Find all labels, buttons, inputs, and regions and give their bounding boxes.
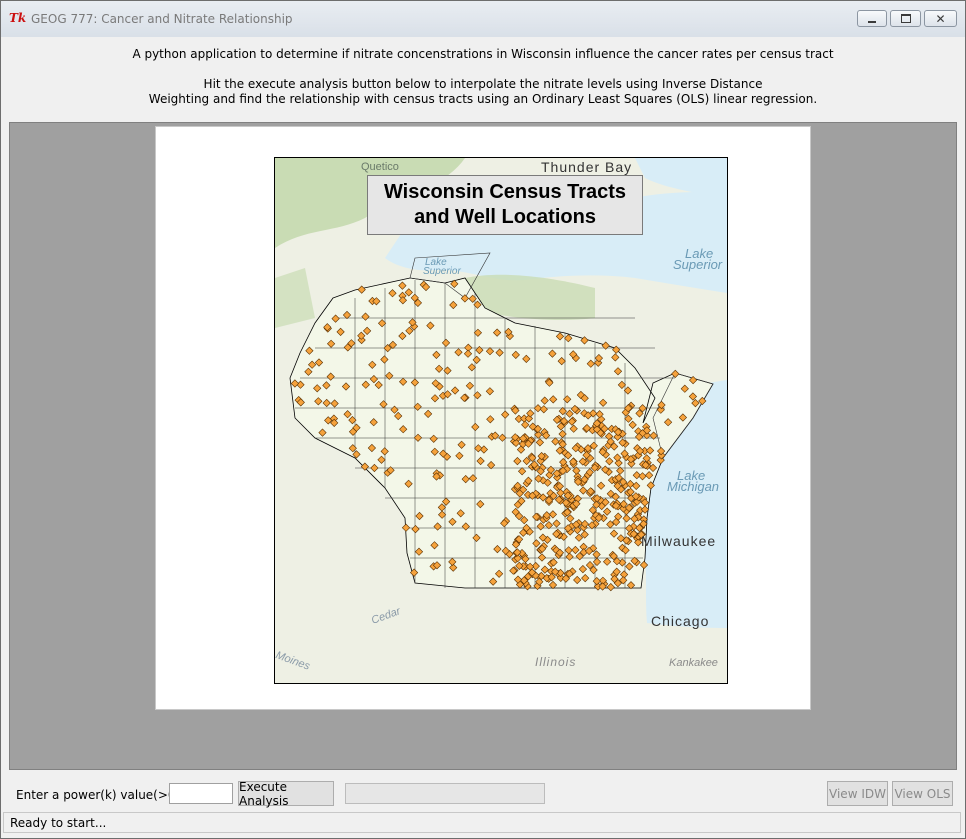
view-ols-button[interactable]: View OLS bbox=[892, 781, 953, 806]
title-bar: Tk GEOG 777: Cancer and Nitrate Relation… bbox=[1, 1, 965, 37]
close-icon: ✕ bbox=[935, 11, 946, 26]
map-title-line-2: and Well Locations bbox=[414, 206, 596, 228]
control-bar: Enter a power(k) value(>0): Execute Anal… bbox=[0, 778, 964, 812]
power-input[interactable] bbox=[169, 783, 233, 804]
place-lake-michigan-2: Michigan bbox=[667, 479, 720, 494]
status-text: Ready to start... bbox=[10, 816, 107, 830]
place-lake-superior-small-2: Superior bbox=[423, 266, 461, 277]
description-panel: A python application to determine if nit… bbox=[1, 37, 965, 123]
maximize-button[interactable] bbox=[890, 10, 921, 27]
description-line-1: A python application to determine if nit… bbox=[132, 47, 834, 61]
place-illinois: Illinois bbox=[535, 655, 577, 669]
place-milwaukee: Milwaukee bbox=[641, 533, 717, 549]
map-title-line-1: Wisconsin Census Tracts bbox=[383, 181, 627, 203]
close-button[interactable]: ✕ bbox=[924, 10, 957, 27]
place-kankakee: Kankakee bbox=[669, 657, 718, 669]
window-title: GEOG 777: Cancer and Nitrate Relationshi… bbox=[31, 12, 293, 26]
place-thunder-bay: Thunder Bay bbox=[541, 159, 633, 175]
map-image: Wisconsin Census Tracts and Well Locatio… bbox=[274, 157, 728, 684]
minimize-button[interactable] bbox=[857, 10, 887, 27]
power-label: Enter a power(k) value(>0): bbox=[16, 788, 185, 802]
basemap bbox=[275, 158, 727, 683]
execute-analysis-button[interactable]: Execute Analysis bbox=[238, 780, 334, 808]
tk-feather-icon: Tk bbox=[9, 11, 27, 25]
progress-bar bbox=[345, 783, 545, 804]
status-bar: Ready to start... bbox=[3, 812, 961, 833]
place-quetico: Quetico bbox=[361, 161, 399, 173]
place-lake-superior-2: Superior bbox=[673, 257, 723, 272]
map-title: Wisconsin Census Tracts and Well Locatio… bbox=[367, 175, 643, 235]
minimize-icon bbox=[868, 20, 876, 23]
maximize-icon bbox=[900, 14, 911, 23]
description-line-3: Weighting and find the relationship with… bbox=[148, 92, 818, 106]
view-idw-button[interactable]: View IDW bbox=[827, 781, 888, 806]
place-chicago: Chicago bbox=[651, 613, 710, 629]
description-line-2: Hit the execute analysis button below to… bbox=[203, 77, 763, 91]
